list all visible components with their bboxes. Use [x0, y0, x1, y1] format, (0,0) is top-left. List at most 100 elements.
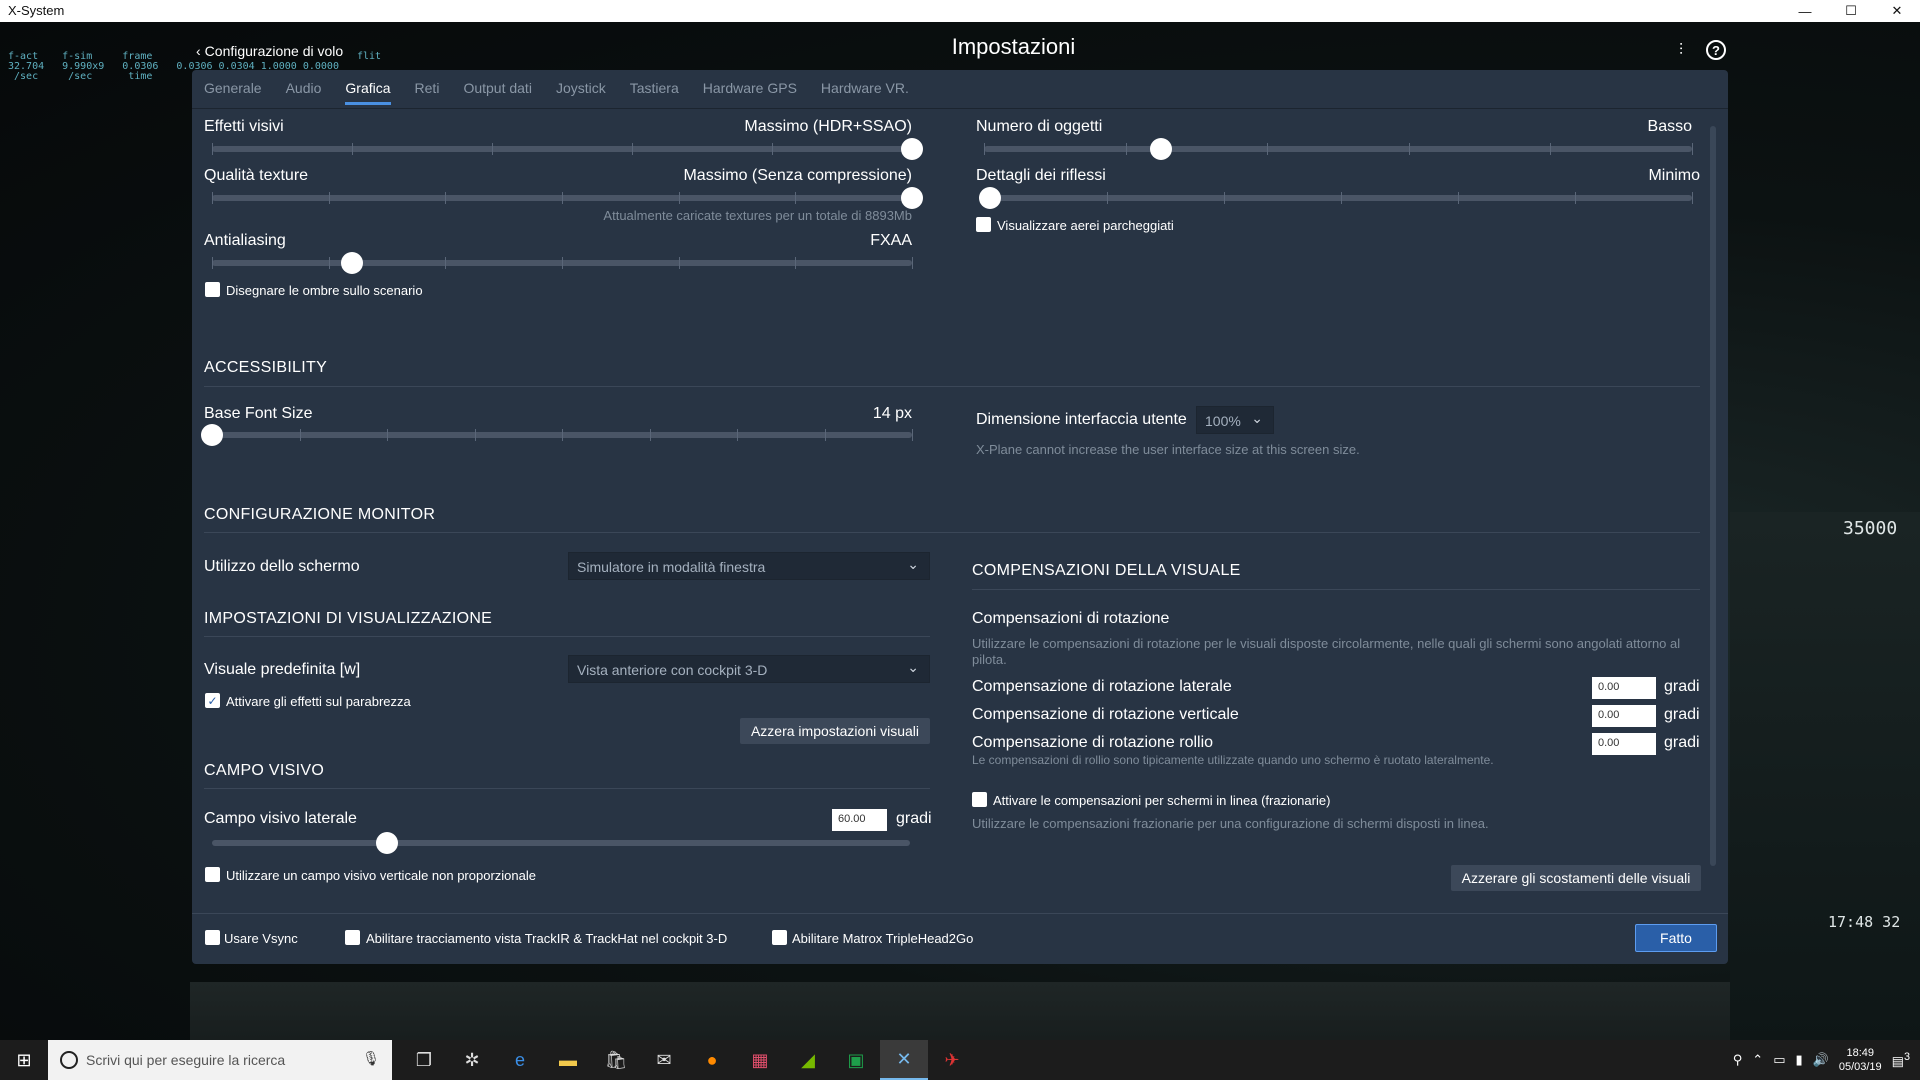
tab-audio[interactable]: Audio — [286, 80, 322, 105]
display-title: IMPOSTAZIONI DI VISUALIZZAZIONE — [204, 610, 493, 627]
battery-icon[interactable]: ▮ — [1796, 1052, 1803, 1068]
slider-tick — [212, 257, 213, 269]
monitor-title: CONFIGURAZIONE MONITOR — [204, 506, 436, 523]
roll-offset-note: Le compensazioni di rollio sono tipicame… — [972, 753, 1494, 767]
minimize-icon[interactable]: — — [1782, 0, 1828, 22]
slider-knob[interactable] — [901, 187, 923, 209]
ui-size-dropdown[interactable]: 100% ⌄ — [1196, 406, 1274, 434]
lateral-fov-input[interactable]: 60.00 — [832, 809, 887, 831]
mail-icon[interactable]: ✉ — [640, 1040, 688, 1080]
cockpit-panel — [1730, 512, 1920, 1052]
windshield-label: Attivare gli effetti sul parabrezza — [226, 694, 411, 709]
store-icon[interactable]: 🛍 — [592, 1040, 640, 1080]
slider-tick — [352, 143, 353, 155]
texture-quality-slider[interactable] — [212, 187, 923, 209]
file-explorer-icon[interactable]: ▬ — [544, 1040, 592, 1080]
section-divider — [972, 589, 1700, 590]
slider-tick — [772, 143, 773, 155]
slider-knob[interactable] — [1150, 138, 1172, 160]
tab-reti[interactable]: Reti — [415, 80, 440, 105]
slider-tick — [912, 257, 913, 269]
notifications-icon[interactable]: ▤3 — [1892, 1051, 1910, 1069]
slider-knob[interactable] — [901, 138, 923, 160]
vertical-offset-input[interactable]: 0.00 — [1592, 705, 1656, 727]
slider-tick — [1341, 192, 1342, 204]
slider-tick — [212, 143, 213, 155]
slider-knob[interactable] — [341, 252, 363, 274]
tab-generale[interactable]: Generale — [204, 80, 262, 105]
firefox-icon[interactable]: ● — [688, 1040, 736, 1080]
xplane-app-icon[interactable]: ✕ — [880, 1040, 928, 1080]
reset-view-offsets-button[interactable]: Azzerare gli scostamenti delle visuali — [1451, 865, 1701, 891]
shadows-checkbox[interactable] — [205, 282, 220, 297]
windows-start-icon[interactable]: ⊞ — [0, 1040, 48, 1080]
chevron-down-icon: ⌄ — [907, 659, 919, 675]
taskbar-date: 05/03/19 — [1838, 1061, 1882, 1073]
windshield-checkbox[interactable]: ✓ — [205, 693, 220, 708]
antialiasing-value: FXAA — [870, 232, 912, 249]
microphone-icon[interactable]: 🎙 — [362, 1050, 380, 1067]
system-tray: ⚲ ⌃ ▭ ▮ 🔊 18:49 05/03/19 ▤3 — [1733, 1040, 1920, 1080]
photo-app-icon[interactable]: ▦ — [736, 1040, 784, 1080]
excel-like-app-icon[interactable]: ▣ — [832, 1040, 880, 1080]
slider-tick — [1107, 192, 1108, 204]
tab-output-dati[interactable]: Output dati — [463, 80, 532, 105]
taskbar-clock[interactable]: 18:49 05/03/19 — [1839, 1046, 1882, 1074]
non-proportional-fov-checkbox[interactable] — [205, 867, 220, 882]
edge-icon[interactable]: e — [496, 1040, 544, 1080]
slider-tick — [737, 429, 738, 441]
screen-usage-dropdown[interactable]: Simulatore in modalità finestra ⌄ — [568, 552, 930, 580]
help-icon[interactable]: ? — [1706, 40, 1726, 60]
slider-tick — [1550, 143, 1552, 155]
reset-visual-settings-button[interactable]: Azzera impostazioni visuali — [740, 718, 930, 744]
slider-tick — [795, 192, 797, 204]
visual-effects-label: Effetti visivi — [204, 118, 284, 135]
roll-offset-input[interactable]: 0.00 — [1592, 733, 1656, 755]
tab-hardware-gps[interactable]: Hardware GPS — [703, 80, 797, 105]
texture-quality-value: Massimo (Senza compressione) — [683, 167, 912, 184]
slider-tick — [474, 429, 476, 441]
done-button[interactable]: Fatto — [1635, 924, 1717, 952]
lateral-fov-slider[interactable] — [212, 832, 910, 854]
vsync-checkbox[interactable] — [205, 930, 220, 945]
antialiasing-slider[interactable] — [212, 252, 913, 274]
tab-tastiera[interactable]: Tastiera — [630, 80, 679, 105]
page-title: Impostazioni — [951, 34, 1076, 59]
tab-joystick[interactable]: Joystick — [556, 80, 606, 105]
task-view-icon[interactable]: ❐ — [400, 1040, 448, 1080]
nvidia-icon[interactable]: ◢ — [784, 1040, 832, 1080]
lateral-offset-input[interactable]: 0.00 — [1592, 677, 1656, 699]
maximize-icon[interactable]: ☐ — [1828, 0, 1874, 22]
inline-offsets-checkbox[interactable] — [972, 792, 987, 807]
slider-knob[interactable] — [375, 832, 398, 854]
volume-icon[interactable]: 🔊 — [1813, 1052, 1829, 1068]
lateral-offset-label: Compensazione di rotazione laterale — [972, 678, 1232, 695]
chevron-up-icon[interactable]: ⌃ — [1752, 1052, 1763, 1068]
font-size-value: 14 px — [872, 405, 912, 422]
reflection-detail-slider[interactable] — [979, 187, 1693, 209]
scrollbar[interactable] — [1710, 126, 1716, 866]
network-icon[interactable]: ▭ — [1773, 1052, 1785, 1068]
people-icon[interactable]: ⚲ — [1733, 1052, 1743, 1068]
default-view-dropdown[interactable]: Vista anteriore con cockpit 3-D ⌄ — [568, 655, 930, 683]
font-size-slider[interactable] — [201, 424, 913, 446]
visual-effects-slider[interactable] — [212, 138, 923, 160]
object-count-slider[interactable] — [984, 138, 1693, 160]
slider-knob[interactable] — [201, 424, 223, 446]
parked-aircraft-checkbox[interactable] — [976, 217, 991, 232]
visual-effects-value: Massimo (HDR+SSAO) — [744, 118, 912, 135]
font-size-label: Base Font Size — [204, 405, 313, 422]
tab-hardware-vr[interactable]: Hardware VR. — [821, 80, 909, 105]
red-app-icon[interactable]: ✈ — [928, 1040, 976, 1080]
trackir-checkbox[interactable] — [345, 930, 360, 945]
ui-size-note: X-Plane cannot increase the user interfa… — [976, 442, 1360, 457]
tab-grafica[interactable]: Grafica — [345, 80, 391, 105]
matrox-checkbox[interactable] — [772, 930, 787, 945]
slider-tick — [678, 192, 680, 204]
network-app-icon[interactable]: ✲ — [448, 1040, 496, 1080]
slider-tick — [445, 192, 447, 204]
sliders-icon[interactable]: ⫶ — [1670, 40, 1692, 62]
close-icon[interactable]: ✕ — [1874, 0, 1920, 22]
taskbar-search[interactable]: Scrivi qui per eseguire la ricerca 🎙 — [48, 1040, 392, 1080]
slider-knob[interactable] — [979, 187, 1001, 209]
